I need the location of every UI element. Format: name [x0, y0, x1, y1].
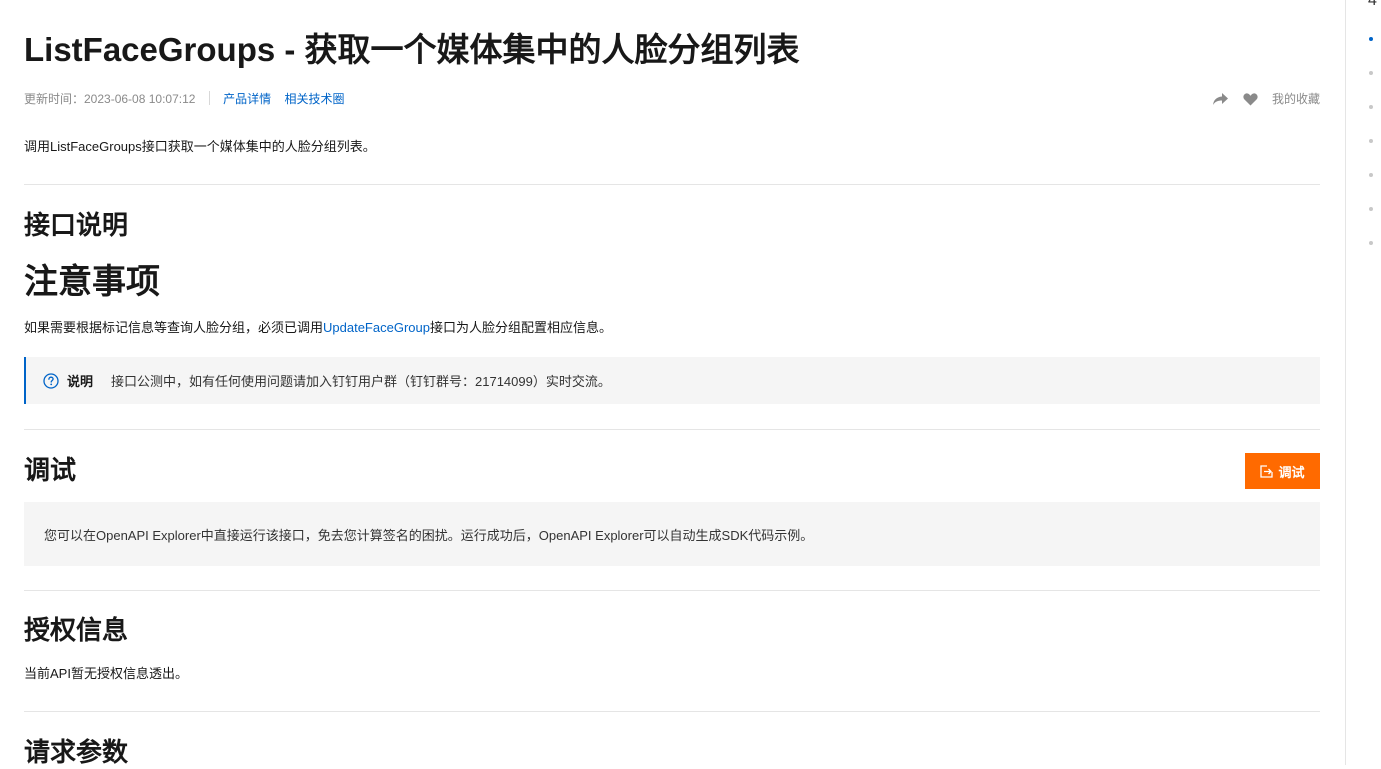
toc-dot[interactable] [1369, 37, 1373, 41]
toc-dot[interactable] [1369, 207, 1373, 211]
toc-dot[interactable] [1369, 71, 1373, 75]
open-external-icon [1260, 464, 1274, 478]
share-icon[interactable] [1212, 92, 1229, 106]
notes-paragraph: 如果需要根据标记信息等查询人脸分组，必须已调用UpdateFaceGroup接口… [24, 319, 612, 337]
tech-circle-link[interactable]: 相关技术圈 [284, 92, 344, 106]
notes-text-after: 接口为人脸分组配置相应信息。 [429, 320, 612, 335]
divider [24, 590, 1320, 591]
notes-heading: 注意事项 [24, 263, 160, 301]
favorite-label[interactable]: 我的收藏 [1272, 90, 1320, 108]
debug-info-box: 您可以在OpenAPI Explorer中直接运行该接口，免去您计算签名的困扰。… [24, 502, 1320, 566]
toc-top-glyph: 4 [1368, 0, 1377, 9]
update-face-group-link[interactable]: UpdateFaceGroup [323, 320, 430, 335]
note-callout: 说明 接口公测中，如有任何使用问题请加入钉钉用户群（钉钉群号：21714099）… [24, 357, 1320, 404]
debug-text: 您可以在OpenAPI Explorer中直接运行该接口，免去您计算签名的困扰。… [44, 527, 814, 543]
meta-divider [208, 91, 210, 105]
meta-actions: 我的收藏 [1212, 90, 1320, 108]
auth-text: 当前API暂无授权信息透出。 [24, 666, 188, 681]
product-details-link[interactable]: 产品详情 [223, 92, 271, 106]
toc-dot[interactable] [1369, 105, 1373, 109]
page-title: ListFaceGroups - 获取一个媒体集中的人脸分组列表 [24, 31, 800, 68]
note-label: 说明 [67, 374, 94, 389]
debug-button-label: 调试 [1278, 464, 1305, 480]
divider [24, 184, 1320, 185]
toc-divider [1345, 0, 1346, 765]
debug-heading: 调试 [24, 455, 77, 485]
note-text: 接口公测中，如有任何使用问题请加入钉钉用户群（钉钉群号：21714099）实时交… [111, 374, 611, 389]
intro-text: 调用ListFaceGroups接口获取一个媒体集中的人脸分组列表。 [24, 139, 376, 154]
auth-heading: 授权信息 [24, 615, 129, 645]
request-params-heading: 请求参数 [24, 737, 129, 767]
toc-dot[interactable] [1369, 241, 1373, 245]
question-circle-icon [43, 372, 59, 389]
notes-text-before: 如果需要根据标记信息等查询人脸分组，必须已调用 [24, 320, 324, 335]
api-desc-heading: 接口说明 [24, 210, 129, 240]
divider [24, 711, 1320, 712]
meta-bar: 更新时间：2023-06-08 10:07:12 产品详情 相关技术圈 我的收藏 [24, 90, 1320, 108]
toc-dot[interactable] [1369, 139, 1373, 143]
divider [24, 429, 1320, 430]
heart-icon[interactable] [1243, 92, 1258, 106]
toc-dot[interactable] [1369, 173, 1373, 177]
debug-button[interactable]: 调试 [1245, 453, 1320, 489]
update-time: 更新时间：2023-06-08 10:07:12 [24, 92, 196, 106]
